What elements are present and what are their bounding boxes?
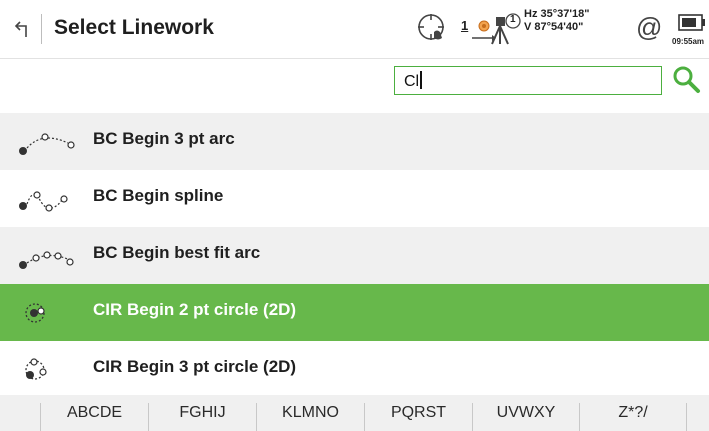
search-button[interactable]	[671, 64, 701, 94]
list-item-label: CIR Begin 3 pt circle (2D)	[93, 357, 297, 376]
search-input[interactable]: Cl	[394, 66, 662, 95]
best-fit-arc-icon	[19, 251, 74, 269]
text-caret	[420, 71, 422, 89]
back-arrow-icon	[14, 21, 27, 37]
list-item-label: BC Begin spline	[93, 186, 224, 205]
list-item[interactable]: BC Begin spline	[0, 170, 709, 227]
list-item-label: BC Begin best fit arc	[93, 243, 261, 262]
tracking-status-button[interactable]	[416, 12, 450, 51]
battery-status[interactable]: 09:55am	[672, 10, 709, 50]
three-point-arc-icon	[19, 133, 75, 155]
title-divider	[41, 14, 42, 44]
instrument-status-button[interactable]: 1	[489, 12, 523, 46]
alpha-group-button[interactable]: ABCDE	[41, 395, 148, 431]
spline-icon	[19, 191, 68, 212]
alpha-group-button[interactable]: FGHIJ	[149, 395, 256, 431]
list-item-label: CIR Begin 2 pt circle (2D)	[93, 300, 297, 319]
angle-readout: Hz 35°37'18" V 87°54'40"	[524, 8, 614, 34]
alpha-group-button[interactable]: PQRST	[365, 395, 472, 431]
title-bar: Select Linework 1 1 Hz 35°37'18" V 87°54…	[0, 0, 709, 59]
v-angle: V 87°54'40"	[524, 21, 584, 33]
alphabet-filter-bar: ABCDE FGHIJ KLMNO PQRST UVWXY Z*?/	[0, 395, 709, 431]
back-button[interactable]	[12, 16, 34, 42]
battery-icon	[678, 14, 705, 31]
three-point-circle-icon	[25, 358, 47, 380]
clock-time: 09:55am	[672, 37, 705, 46]
list-item-selected[interactable]: CIR Begin 2 pt circle (2D)	[0, 284, 709, 341]
crosshair-icon	[418, 14, 444, 40]
page-title: Select Linework	[54, 16, 214, 39]
search-input-value: Cl	[404, 73, 420, 90]
list-item[interactable]: BC Begin best fit arc	[0, 227, 709, 284]
list-item[interactable]: BC Begin 3 pt arc	[0, 113, 709, 170]
prism-number: 1	[510, 14, 516, 25]
two-point-circle-icon	[25, 303, 45, 323]
alpha-separator	[686, 403, 687, 431]
list-item-label: BC Begin 3 pt arc	[93, 129, 235, 148]
search-bar: Cl	[0, 59, 709, 113]
alpha-group-button[interactable]: UVWXY	[473, 395, 579, 431]
tripod-instrument-icon	[491, 13, 521, 45]
at-symbol[interactable]: @	[636, 14, 662, 40]
search-icon	[673, 66, 700, 93]
list-item[interactable]: CIR Begin 3 pt circle (2D)	[0, 341, 709, 398]
alpha-group-button[interactable]: KLMNO	[257, 395, 364, 431]
alpha-group-button[interactable]: Z*?/	[580, 395, 686, 431]
hz-angle: Hz 35°37'18"	[524, 8, 590, 20]
